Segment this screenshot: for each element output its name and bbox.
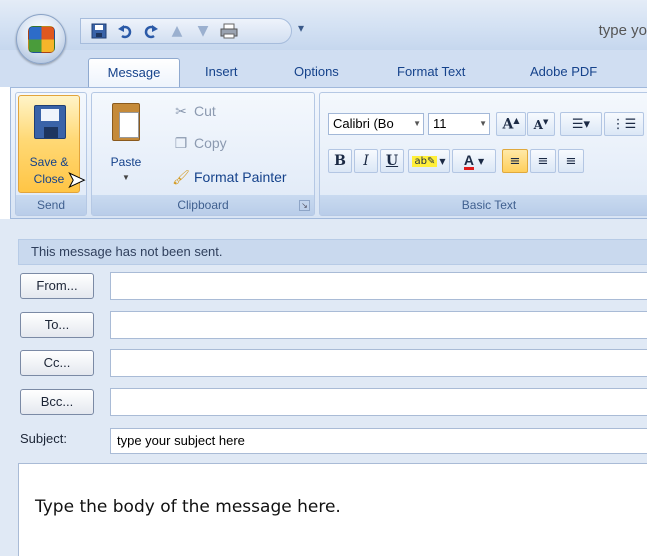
bullet-list-icon: ☰▾ [571,116,591,132]
numbered-list-icon: ⋮☰ [611,116,637,132]
subject-field[interactable]: type your subject here [110,428,647,454]
message-body[interactable]: Type the body of the message here. [18,463,647,556]
from-button[interactable]: From... [20,273,94,299]
paste-button[interactable]: Paste ▼ [98,97,154,193]
underline-button[interactable]: U [380,149,404,173]
subject-label: Subject: [20,431,67,446]
format-painter-label: Format Painter [194,169,287,185]
office-button[interactable] [16,14,66,64]
bcc-button[interactable]: Bcc... [20,389,94,415]
align-left-icon: ≡ [509,153,521,169]
to-button[interactable]: To... [20,312,94,338]
tab-format-text[interactable]: Format Text [391,58,471,87]
font-color-button[interactable]: A ▼ [452,149,496,173]
mouse-cursor-icon: ➤ [66,168,86,194]
from-field[interactable] [110,272,647,300]
font-name-combo[interactable]: Calibri (Bo ▼ [328,113,424,135]
paintbrush-icon: 🖌 [172,169,190,185]
bcc-field[interactable] [110,388,647,416]
copy-label: Copy [194,135,227,151]
shrink-font-button[interactable]: A▼ [527,112,555,136]
ribbon: Save & Close Send ➤ Paste ▼ ✂ Cut ❐ Copy 🖌… [10,87,647,219]
quick-access-toolbar: ▲ ▼ [80,18,292,44]
scissors-icon: ✂ [175,103,187,119]
clipboard-icon [112,103,140,141]
redo-icon[interactable] [141,21,161,41]
print-icon[interactable] [219,21,239,41]
info-bar: This message has not been sent. [18,239,647,265]
highlight-color-button[interactable]: ab✎ ▼ [408,149,450,173]
tab-adobe-pdf[interactable]: Adobe PDF [524,58,603,87]
save-icon[interactable] [89,21,109,41]
font-color-icon: A [463,151,474,170]
cut-button[interactable]: ✂ Cut [172,101,216,121]
align-right-icon: ≡ [565,153,577,169]
previous-item-icon[interactable]: ▲ [167,21,187,41]
highlighter-icon: ab✎ [412,155,438,167]
clipboard-group: Paste ▼ ✂ Cut ❐ Copy 🖌 Format Painter Clipb… [91,92,315,216]
font-size-combo[interactable]: 11 ▼ [428,113,490,135]
font-size-value: 11 [433,116,447,131]
tab-message[interactable]: Message [88,58,180,87]
ribbon-tabs: Message Insert Options Format Text Adobe… [0,50,647,87]
format-painter-button[interactable]: 🖌 Format Painter [172,167,287,187]
send-group-label: Send [16,195,86,215]
save-close-icon [34,105,66,139]
italic-button[interactable]: I [354,149,378,173]
bold-button[interactable]: B [328,149,352,173]
body-text: Type the body of the message here. [35,497,341,517]
send-group: Save & Close Send [15,92,87,216]
font-name-value: Calibri (Bo [333,116,394,131]
align-center-button[interactable]: ≡ [530,149,556,173]
message-form: This message has not been sent. From... … [0,219,647,556]
to-field[interactable] [110,311,647,339]
cut-label: Cut [194,103,216,119]
paste-label: Paste [110,155,142,169]
copy-icon: ❐ [174,135,188,151]
align-left-button[interactable]: ≡ [502,149,528,173]
grow-font-icon: A▲ [502,115,520,133]
customize-toolbar-icon[interactable]: ▾ [298,21,304,35]
chevron-down-icon: ▼ [413,119,421,128]
window-title: type yo [598,22,647,39]
basic-text-group: Calibri (Bo ▼ 11 ▼ A▲ A▼ ☰▾ ⋮☰ B I U ab✎ ▼ … [319,92,647,216]
grow-font-button[interactable]: A▲ [496,112,526,136]
chevron-down-icon: ▼ [479,119,487,128]
basic-text-group-label: Basic Text [320,195,647,215]
bullets-button[interactable]: ☰▾ [560,112,602,136]
clipboard-group-label: Clipboard [92,195,314,215]
cc-field[interactable] [110,349,647,377]
cc-button[interactable]: Cc... [20,350,94,376]
tab-options[interactable]: Options [288,58,345,87]
copy-button[interactable]: ❐ Copy [172,133,227,153]
next-item-icon[interactable]: ▼ [193,21,213,41]
chevron-down-icon[interactable]: ▼ [98,173,154,182]
align-center-icon: ≡ [537,153,549,169]
shrink-font-icon: A▼ [533,116,549,132]
clipboard-dialog-launcher-icon[interactable]: ↘ [299,200,310,211]
office-logo-icon [28,26,55,53]
tab-insert[interactable]: Insert [199,58,244,87]
align-right-button[interactable]: ≡ [558,149,584,173]
title-bar: ▲ ▼ ▾ type yo [0,0,647,64]
undo-icon[interactable] [115,21,135,41]
numbering-button[interactable]: ⋮☰ [604,112,644,136]
